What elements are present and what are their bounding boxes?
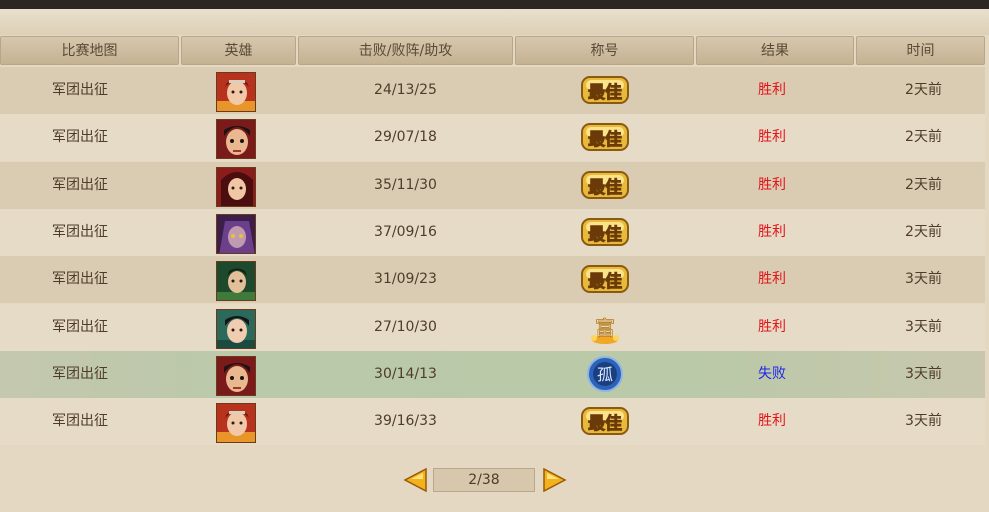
header-title: 称号 — [515, 36, 694, 65]
map-name: 军团出征 — [52, 82, 108, 98]
header-kda: 击败/败阵/助攻 — [298, 36, 513, 65]
kda-value: 27/10/30 — [374, 318, 437, 335]
time-ago: 2天前 — [905, 223, 942, 240]
svg-text:最佳: 最佳 — [588, 413, 622, 434]
header-hero: 英雄 — [181, 36, 296, 65]
time-ago: 3天前 — [905, 413, 942, 430]
kda-value: 24/13/25 — [374, 82, 437, 98]
table-header: 比赛地图 英雄 击败/败阵/助攻 称号 结果 时间 — [0, 36, 989, 65]
match-row[interactable]: 军团出征 30/14/13 孤 失败 3天前 — [0, 350, 985, 398]
title-badge-icon: 最佳 — [580, 67, 630, 114]
title-badge-icon: 富 — [580, 304, 630, 351]
hero-portrait-5-icon[interactable] — [216, 261, 256, 302]
kda-value: 37/09/16 — [374, 223, 437, 240]
result-text: 胜利 — [758, 271, 786, 288]
svg-text:最佳: 最佳 — [588, 82, 622, 103]
result-text: 胜利 — [758, 129, 786, 146]
svg-text:富: 富 — [595, 316, 615, 340]
match-row[interactable]: 军团出征 35/11/30 最佳 胜利 2天前 — [0, 161, 985, 209]
title-badge-icon: 最佳 — [580, 162, 630, 209]
title-badge-icon: 最佳 — [580, 114, 630, 161]
header-time: 时间 — [856, 36, 985, 65]
result-text: 胜利 — [758, 82, 786, 98]
result-text: 胜利 — [758, 176, 786, 193]
next-page-arrow-icon[interactable] — [540, 466, 568, 494]
top-strip — [0, 9, 989, 35]
svg-text:最佳: 最佳 — [588, 224, 622, 245]
hero-portrait-1-icon[interactable] — [216, 72, 256, 112]
result-text: 胜利 — [758, 318, 786, 335]
match-row[interactable]: 军团出征 29/07/18 最佳 胜利 2天前 — [0, 114, 985, 162]
top-bar — [0, 0, 989, 9]
match-row[interactable]: 军团出征 31/09/23 最佳 胜利 3天前 — [0, 256, 985, 304]
time-ago: 2天前 — [905, 129, 942, 146]
map-name: 军团出征 — [52, 271, 108, 288]
hero-portrait-2-icon[interactable] — [216, 355, 256, 396]
title-badge-icon: 孤 — [580, 351, 630, 398]
map-name: 军团出征 — [52, 223, 108, 240]
pagination: 2/38 — [400, 465, 570, 495]
map-name: 军团出征 — [52, 413, 108, 430]
result-text: 胜利 — [758, 413, 786, 430]
time-ago: 2天前 — [905, 176, 942, 193]
title-badge-icon: 最佳 — [580, 209, 630, 256]
header-result: 结果 — [696, 36, 854, 65]
map-name: 军团出征 — [52, 365, 108, 382]
title-badge-icon: 最佳 — [580, 256, 630, 303]
time-ago: 3天前 — [905, 318, 942, 335]
header-map: 比赛地图 — [0, 36, 179, 65]
prev-page-arrow-icon[interactable] — [402, 466, 430, 494]
kda-value: 39/16/33 — [374, 413, 437, 430]
kda-value: 29/07/18 — [374, 129, 437, 146]
title-badge-icon: 最佳 — [580, 398, 630, 445]
svg-text:最佳: 最佳 — [588, 177, 622, 198]
match-row[interactable]: 军团出征 27/10/30 富 胜利 3天前 — [0, 303, 985, 351]
map-name: 军团出征 — [52, 129, 108, 146]
svg-text:最佳: 最佳 — [588, 271, 622, 292]
result-text: 胜利 — [758, 223, 786, 240]
kda-value: 35/11/30 — [374, 176, 437, 193]
svg-text:最佳: 最佳 — [588, 129, 622, 150]
time-ago: 3天前 — [905, 365, 942, 382]
match-row[interactable]: 军团出征 24/13/25 最佳 胜利 2天前 — [0, 67, 985, 114]
hero-portrait-2-icon[interactable] — [216, 119, 256, 160]
map-name: 军团出征 — [52, 176, 108, 193]
hero-portrait-6-icon[interactable] — [216, 308, 256, 349]
match-row[interactable]: 军团出征 37/09/16 最佳 胜利 2天前 — [0, 208, 985, 256]
result-text: 失败 — [758, 365, 786, 382]
kda-value: 30/14/13 — [374, 365, 437, 382]
hero-portrait-3-icon[interactable] — [216, 166, 256, 207]
time-ago: 3天前 — [905, 271, 942, 288]
svg-text:孤: 孤 — [597, 365, 613, 384]
hero-portrait-1-icon[interactable] — [216, 403, 256, 444]
page-indicator: 2/38 — [433, 468, 535, 492]
hero-portrait-4-icon[interactable] — [216, 213, 256, 254]
match-row[interactable]: 军团出征 39/16/33 最佳 胜利 3天前 — [0, 398, 985, 446]
time-ago: 2天前 — [905, 82, 942, 98]
map-name: 军团出征 — [52, 318, 108, 335]
kda-value: 31/09/23 — [374, 271, 437, 288]
